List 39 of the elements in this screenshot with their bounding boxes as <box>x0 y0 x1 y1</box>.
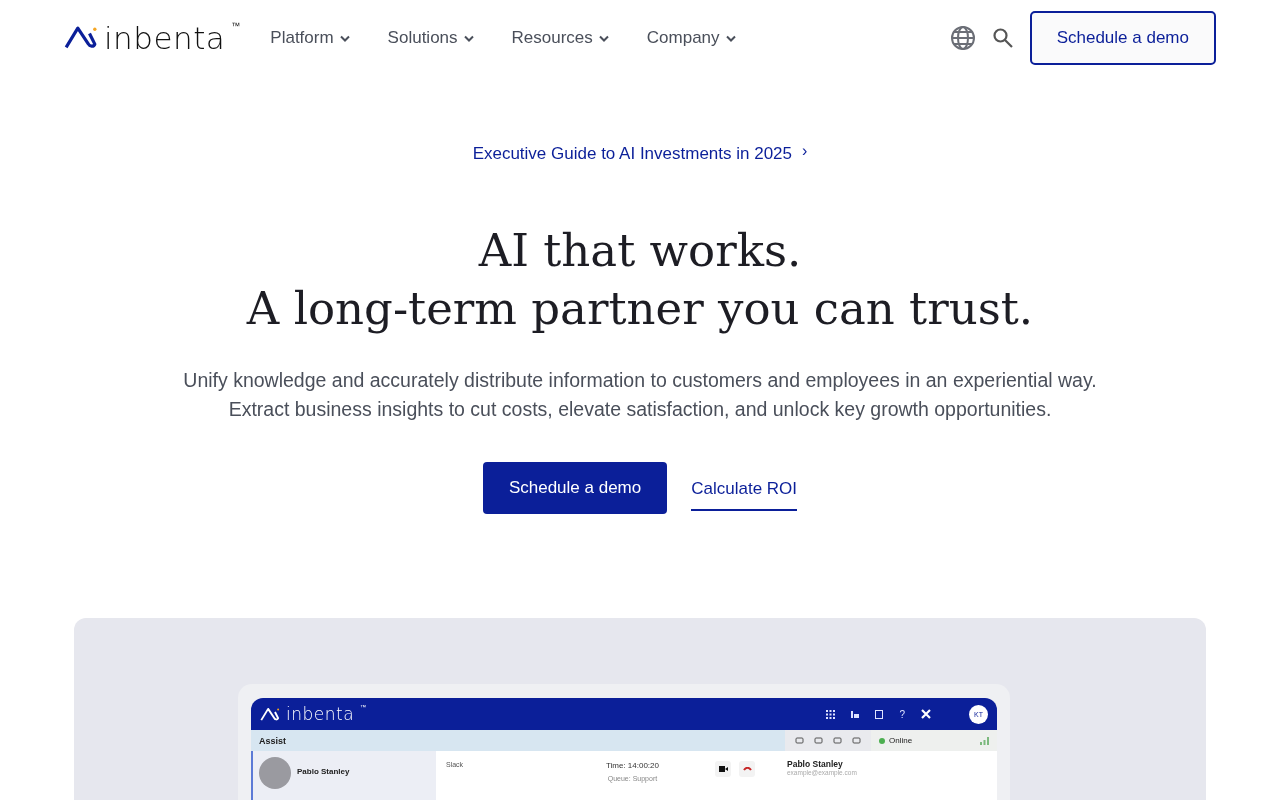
schedule-demo-button[interactable]: Schedule a demo <box>482 462 668 514</box>
status-indicator[interactable]: Online <box>871 730 997 751</box>
section-title: Assist <box>258 735 287 746</box>
contact-name: Pablo Stanley <box>297 767 350 776</box>
signal-icon <box>980 736 989 745</box>
call-timer: Time: 14:00:20 <box>605 761 659 770</box>
logo-mark-icon <box>260 706 280 722</box>
logo-mark-icon <box>64 25 98 51</box>
nav-menu[interactable]: Platform <box>270 28 350 48</box>
chevron-down-icon <box>598 34 609 42</box>
schedule-demo-button[interactable]: Schedule a demo <box>1029 11 1216 65</box>
grid-icon[interactable] <box>826 709 836 719</box>
search-icon[interactable] <box>991 27 1014 49</box>
phone-icon <box>742 767 752 771</box>
logo[interactable]: inbenta ™ <box>64 22 241 54</box>
avatar-placeholder <box>259 757 291 789</box>
announcement-link[interactable]: Executive Guide to AI Investments in 2025 › <box>472 144 808 164</box>
nav-menu[interactable]: Company <box>646 28 736 48</box>
video-camera-icon <box>718 766 728 772</box>
expand-icon[interactable] <box>921 709 931 719</box>
calculate-roi-link[interactable]: Calculate ROI <box>691 465 798 511</box>
video-call-button[interactable] <box>715 761 731 777</box>
hero-subtitle: Unify knowledge and accurately distribute information to customers and employees in an experiential way. <box>182 368 1098 393</box>
chevron-down-icon <box>463 34 474 42</box>
hero-subtitle: Extract business insights to cut costs, elevate satisfaction, and unlock key growth opportunities. <box>227 397 1053 422</box>
contact-name: Pablo Stanley <box>787 759 844 769</box>
chevron-down-icon <box>725 34 736 42</box>
help-icon[interactable]: ? <box>899 708 905 720</box>
chart-icon[interactable] <box>851 710 860 718</box>
app-logo-text: inbenta <box>286 705 355 723</box>
hang-up-button[interactable] <box>739 761 755 777</box>
nav-menu[interactable]: Resources <box>511 28 609 48</box>
conversation-item[interactable]: Pablo Stanley <box>251 751 436 800</box>
hero-title: AI that works. <box>477 223 803 279</box>
chevron-down-icon <box>339 34 350 42</box>
nav-menu[interactable]: Solutions <box>387 28 474 48</box>
globe-icon[interactable] <box>949 25 976 51</box>
status-label: Online <box>889 736 913 745</box>
hero-title: A long-term partner you can trust. <box>245 281 1035 337</box>
